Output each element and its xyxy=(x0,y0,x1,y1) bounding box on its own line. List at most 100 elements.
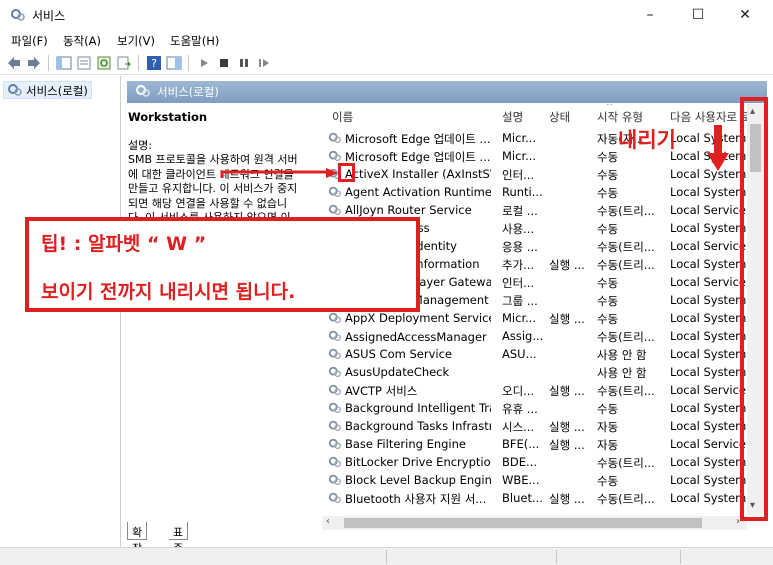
cell-description: 응용 ... xyxy=(502,240,538,254)
table-row[interactable]: AsusUpdateCheck 사용 안 함 Local System xyxy=(322,364,762,382)
table-row[interactable]: Background Tasks Infrastru... 시스... 실행 ...… xyxy=(322,418,762,436)
cell-status: 실행 ... xyxy=(549,420,585,434)
help-icon[interactable]: ? xyxy=(146,55,162,71)
maximize-button[interactable]: ☐ xyxy=(675,0,721,30)
table-row[interactable]: AppX Deployment Service ... Micr... 실행 ...… xyxy=(322,310,762,328)
scroll-down-label: 내리기 xyxy=(618,128,676,152)
pane-header-title: 서비스(로컬) xyxy=(157,85,219,99)
cell-description: Runti... xyxy=(502,185,543,199)
highlight-a-letter xyxy=(338,163,355,182)
menu-view[interactable]: 보기(V) xyxy=(117,33,155,49)
cell-status: 실행 ... xyxy=(549,312,585,326)
cell-name: BitLocker Drive Encryption ... xyxy=(345,455,491,469)
cell-startup-type: 사용 안 함 xyxy=(597,348,647,362)
cell-description: 오디... xyxy=(502,384,535,398)
cell-startup-type: 수동 xyxy=(597,186,619,200)
cell-name: ActiveX Installer (AxInstSV) xyxy=(345,167,491,181)
table-row[interactable]: Bluetooth 사용자 지원 서... Bluet... 실행 ... 수동(트리… xyxy=(322,490,762,508)
restart-service-icon[interactable] xyxy=(256,55,272,71)
cell-startup-type: 수동 xyxy=(597,474,619,488)
service-gear-icon xyxy=(328,365,342,382)
properties-list-icon[interactable] xyxy=(76,55,92,71)
table-row[interactable]: AssignedAccessManager 서... Assig... 수동(트리.… xyxy=(322,328,762,346)
tree-node-label: 서비스(로컬) xyxy=(26,84,88,98)
menu-help[interactable]: 도움말(H) xyxy=(170,33,219,49)
start-service-icon[interactable] xyxy=(196,55,212,71)
toolbar-separator xyxy=(138,55,139,71)
cell-name: Base Filtering Engine xyxy=(345,437,466,451)
cell-name: Background Tasks Infrastru... xyxy=(345,419,491,433)
cell-startup-type: 수동 xyxy=(597,402,619,416)
minimize-button[interactable]: – xyxy=(627,0,673,30)
cell-startup-type: 수동 xyxy=(597,276,619,290)
cell-startup-type: 수동 xyxy=(597,168,619,182)
status-divider xyxy=(386,550,387,564)
export-list-icon[interactable] xyxy=(116,55,132,71)
table-row[interactable]: AVCTP 서비스 오디... 실행 ... 수동(트리... Local Servic… xyxy=(322,382,762,400)
cell-name: Agent Activation Runtime_... xyxy=(345,185,491,199)
cell-startup-type: 수동(트리... xyxy=(597,384,655,398)
title-bar: 서비스 – ☐ ✕ xyxy=(0,0,773,30)
service-gear-icon xyxy=(328,329,342,346)
cell-status: 실행 ... xyxy=(549,438,585,452)
table-row[interactable]: Agent Activation Runtime_...Runti...수동Lo… xyxy=(322,184,762,202)
tab-extended[interactable]: 확장 xyxy=(127,522,148,555)
table-row[interactable]: ASUS Com Service ASU... 사용 안 함 Local System xyxy=(322,346,762,364)
toolbar-separator xyxy=(48,55,49,71)
table-row[interactable]: Block Level Backup Engine ...WBE...수동Loc… xyxy=(322,472,762,490)
table-row[interactable]: Background Intelligent Tra... 유휴 ... 수동 Loc… xyxy=(322,400,762,418)
back-icon[interactable] xyxy=(6,55,22,71)
column-header-status[interactable]: 상태 xyxy=(549,104,570,128)
services-gear-icon xyxy=(136,85,150,97)
pause-service-icon[interactable] xyxy=(236,55,252,71)
service-gear-icon xyxy=(328,455,342,472)
cell-description: BDE... xyxy=(502,455,537,469)
refresh-icon[interactable] xyxy=(96,55,112,71)
show-hide-pane-icon[interactable] xyxy=(166,55,182,71)
forward-icon[interactable] xyxy=(26,55,42,71)
cell-description: 사용... xyxy=(502,222,535,236)
cell-startup-type: 자동 xyxy=(597,420,619,434)
cell-startup-type: 수동(트리... xyxy=(597,456,655,470)
column-header-name[interactable]: 이름 xyxy=(332,104,353,128)
cell-description: 인터... xyxy=(502,276,535,290)
table-row[interactable]: Base Filtering Engine BFE(... 실행 ... 자동 Loca… xyxy=(322,436,762,454)
service-gear-icon xyxy=(328,383,342,400)
cell-startup-type: 수동(트리... xyxy=(597,330,655,344)
service-gear-icon xyxy=(328,347,342,364)
cell-name: Microsoft Edge 업데이트 ... xyxy=(345,132,491,146)
column-header-description[interactable]: 설명 xyxy=(502,104,523,128)
cell-description: 추가... xyxy=(502,258,535,272)
horizontal-scroll-thumb[interactable] xyxy=(344,518,702,528)
tree-node-services-local[interactable]: 서비스(로컬) xyxy=(3,81,92,99)
description-line: 되면 해당 연결을 사용할 수 없습니 xyxy=(128,196,288,210)
cell-startup-type: 수동 xyxy=(597,312,619,326)
console-tree-icon[interactable] xyxy=(56,55,72,71)
services-window: 서비스 – ☐ ✕ 파일(F) 동작(A) 보기(V) 도움말(H) ? 서비스… xyxy=(0,0,773,565)
table-row[interactable]: BitLocker Drive Encryption ... BDE... 수동(트… xyxy=(322,454,762,472)
menu-action[interactable]: 동작(A) xyxy=(63,33,101,49)
cell-status: 실행 ... xyxy=(549,492,585,506)
cell-description: 그룹 ... xyxy=(502,294,538,308)
cell-name: Background Intelligent Tra... xyxy=(345,401,491,415)
service-gear-icon xyxy=(328,419,342,436)
table-row[interactable]: Microsoft Edge 업데이트 ... Micr... 자동(지... Loc… xyxy=(322,130,762,148)
cell-name: Bluetooth 사용자 지원 서... xyxy=(345,492,487,506)
horizontal-scrollbar[interactable]: ‹ › xyxy=(322,516,747,530)
close-button[interactable]: ✕ xyxy=(722,0,768,30)
cell-description: BFE(... xyxy=(502,437,540,451)
cell-startup-type: 수동(트리... xyxy=(597,492,655,506)
cell-description: ASU... xyxy=(502,347,537,361)
scroll-left-icon[interactable]: ‹ xyxy=(326,516,330,527)
cell-name: AssignedAccessManager 서... xyxy=(345,330,491,344)
table-row[interactable]: Microsoft Edge 업데이트 ... Micr... 수동 Local Sy… xyxy=(322,148,762,166)
status-divider xyxy=(556,550,557,564)
stop-service-icon[interactable] xyxy=(216,55,232,71)
cell-startup-type: 수동(트리... xyxy=(597,240,655,254)
service-gear-icon xyxy=(328,437,342,454)
table-row[interactable]: ActiveX Installer (AxInstSV) 인터... 수동 Local… xyxy=(322,166,762,184)
status-divider xyxy=(680,550,681,564)
menu-file[interactable]: 파일(F) xyxy=(11,33,48,49)
tab-standard[interactable]: 표준 xyxy=(169,522,189,555)
description-label: 설명: xyxy=(128,138,152,152)
